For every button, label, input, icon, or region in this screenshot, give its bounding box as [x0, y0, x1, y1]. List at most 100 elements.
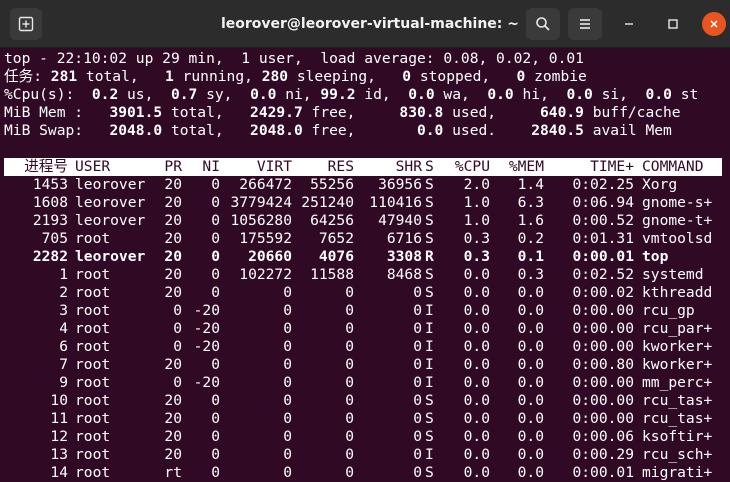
cell-pr: 20: [164, 230, 182, 247]
cell-ni: 0: [211, 356, 220, 373]
cell-pid: 9: [59, 374, 68, 391]
cell-pr: 0: [173, 374, 182, 391]
new-tab-icon: [18, 16, 34, 32]
cell-ni: -20: [193, 374, 220, 391]
cell-cpu: 0.0: [463, 302, 490, 319]
cell-pid: 12: [50, 428, 68, 445]
column-header-res: RES: [327, 158, 354, 175]
cell-ni: 0: [211, 392, 220, 409]
cell-user: root: [75, 338, 111, 355]
summary-cpu-line: %Cpu(s): 0.2 us, 0.7 sy, 0.0 ni, 99.2 id…: [4, 86, 699, 103]
cell-time: 0:00.00: [572, 410, 634, 427]
cell-virt: 0: [283, 320, 292, 337]
cell-cpu: 0.0: [463, 266, 490, 283]
cell-command: vmtoolsd: [642, 230, 713, 247]
cell-shr: 47940: [378, 212, 422, 229]
cell-command: Xorg: [642, 176, 678, 193]
cell-state: I: [425, 302, 434, 319]
cell-state: S: [425, 230, 434, 247]
cell-time: 0:06.94: [572, 194, 634, 211]
cell-pr: 0: [173, 320, 182, 337]
cell-shr: 0: [413, 284, 422, 301]
cell-shr: 0: [413, 338, 422, 355]
maximize-button[interactable]: [661, 12, 685, 36]
window-title: leorover@leorover-virtual-machine: ~: [220, 16, 520, 32]
cell-cpu: 0.0: [463, 374, 490, 391]
column-header-pr: PR: [164, 158, 182, 175]
search-button[interactable]: [526, 8, 560, 40]
column-header-virt: VIRT: [256, 158, 292, 175]
cell-state: S: [425, 284, 434, 301]
cell-ni: 0: [211, 194, 220, 211]
cell-pr: 20: [164, 446, 182, 463]
menu-button[interactable]: [568, 8, 602, 40]
cell-virt: 102272: [239, 266, 292, 283]
cell-command: kthreadd: [642, 284, 713, 301]
cell-virt: 0: [283, 446, 292, 463]
cell-time: 0:00.80: [572, 356, 634, 373]
cell-cpu: 0.3: [463, 248, 490, 265]
cell-cpu: 0.0: [463, 464, 490, 481]
cell-pid: 3: [59, 302, 68, 319]
cell-pid: 13: [50, 446, 68, 463]
cell-cpu: 0.3: [463, 230, 490, 247]
cell-cpu: 2.0: [463, 176, 490, 193]
cell-virt: 0: [283, 392, 292, 409]
cell-user: leorover: [75, 248, 146, 265]
cell-ni: 0: [211, 230, 220, 247]
cell-pr: 20: [164, 428, 182, 445]
cell-time: 0:00.00: [572, 338, 634, 355]
cell-time: 0:02.52: [572, 266, 634, 283]
summary-swap-line: MiB Swap: 2048.0 total, 2048.0 free, 0.0…: [4, 122, 672, 139]
cell-pr: 20: [164, 266, 182, 283]
cell-cpu: 0.0: [463, 338, 490, 355]
cell-cpu: 0.0: [463, 446, 490, 463]
hamburger-menu-icon: [580, 19, 590, 29]
cell-mem: 0.0: [517, 284, 544, 301]
cell-pr: 20: [164, 284, 182, 301]
cell-mem: 0.0: [517, 428, 544, 445]
cell-shr: 0: [413, 464, 422, 481]
column-header-mem: %MEM: [508, 158, 544, 175]
cell-shr: 6716: [386, 230, 422, 247]
cell-virt: 175592: [239, 230, 292, 247]
cell-pr: 20: [164, 248, 182, 265]
cell-command: mm_perc+: [642, 374, 713, 391]
cell-state: S: [425, 464, 434, 481]
cell-ni: 0: [211, 212, 220, 229]
cell-time: 0:00.01: [572, 248, 634, 265]
cell-res: 0: [345, 284, 354, 301]
minimize-button[interactable]: [617, 12, 641, 36]
cell-pid: 14: [50, 464, 68, 481]
terminal-area[interactable]: top - 22:10:02 up 29 min, 1 user, load a…: [0, 48, 730, 482]
cell-res: 251240: [301, 194, 354, 211]
cell-virt: 0: [283, 464, 292, 481]
cell-pr: 20: [164, 410, 182, 427]
cell-virt: 0: [283, 302, 292, 319]
search-icon: [536, 17, 550, 31]
cell-user: leorover: [75, 212, 146, 229]
cell-state: I: [425, 446, 434, 463]
cell-shr: 0: [413, 320, 422, 337]
new-tab-button[interactable]: [10, 8, 42, 40]
close-button[interactable]: [702, 12, 726, 36]
cell-shr: 0: [413, 374, 422, 391]
cell-ni: 0: [211, 284, 220, 301]
cell-virt: 0: [283, 428, 292, 445]
cell-ni: 0: [211, 446, 220, 463]
cell-pr: 20: [164, 356, 182, 373]
cell-state: S: [425, 392, 434, 409]
cell-pid: 11: [50, 410, 68, 427]
cell-cpu: 0.0: [463, 320, 490, 337]
cell-ni: -20: [193, 338, 220, 355]
cell-command: ksoftir+: [642, 428, 713, 445]
cell-mem: 6.3: [517, 194, 544, 211]
cell-pid: 7: [59, 356, 68, 373]
cell-pr: 0: [173, 338, 182, 355]
cell-pid: 6: [59, 338, 68, 355]
cell-state: I: [425, 356, 434, 373]
cell-res: 0: [345, 356, 354, 373]
cell-shr: 0: [413, 356, 422, 373]
cell-command: migrati+: [642, 464, 713, 481]
cell-res: 0: [345, 410, 354, 427]
